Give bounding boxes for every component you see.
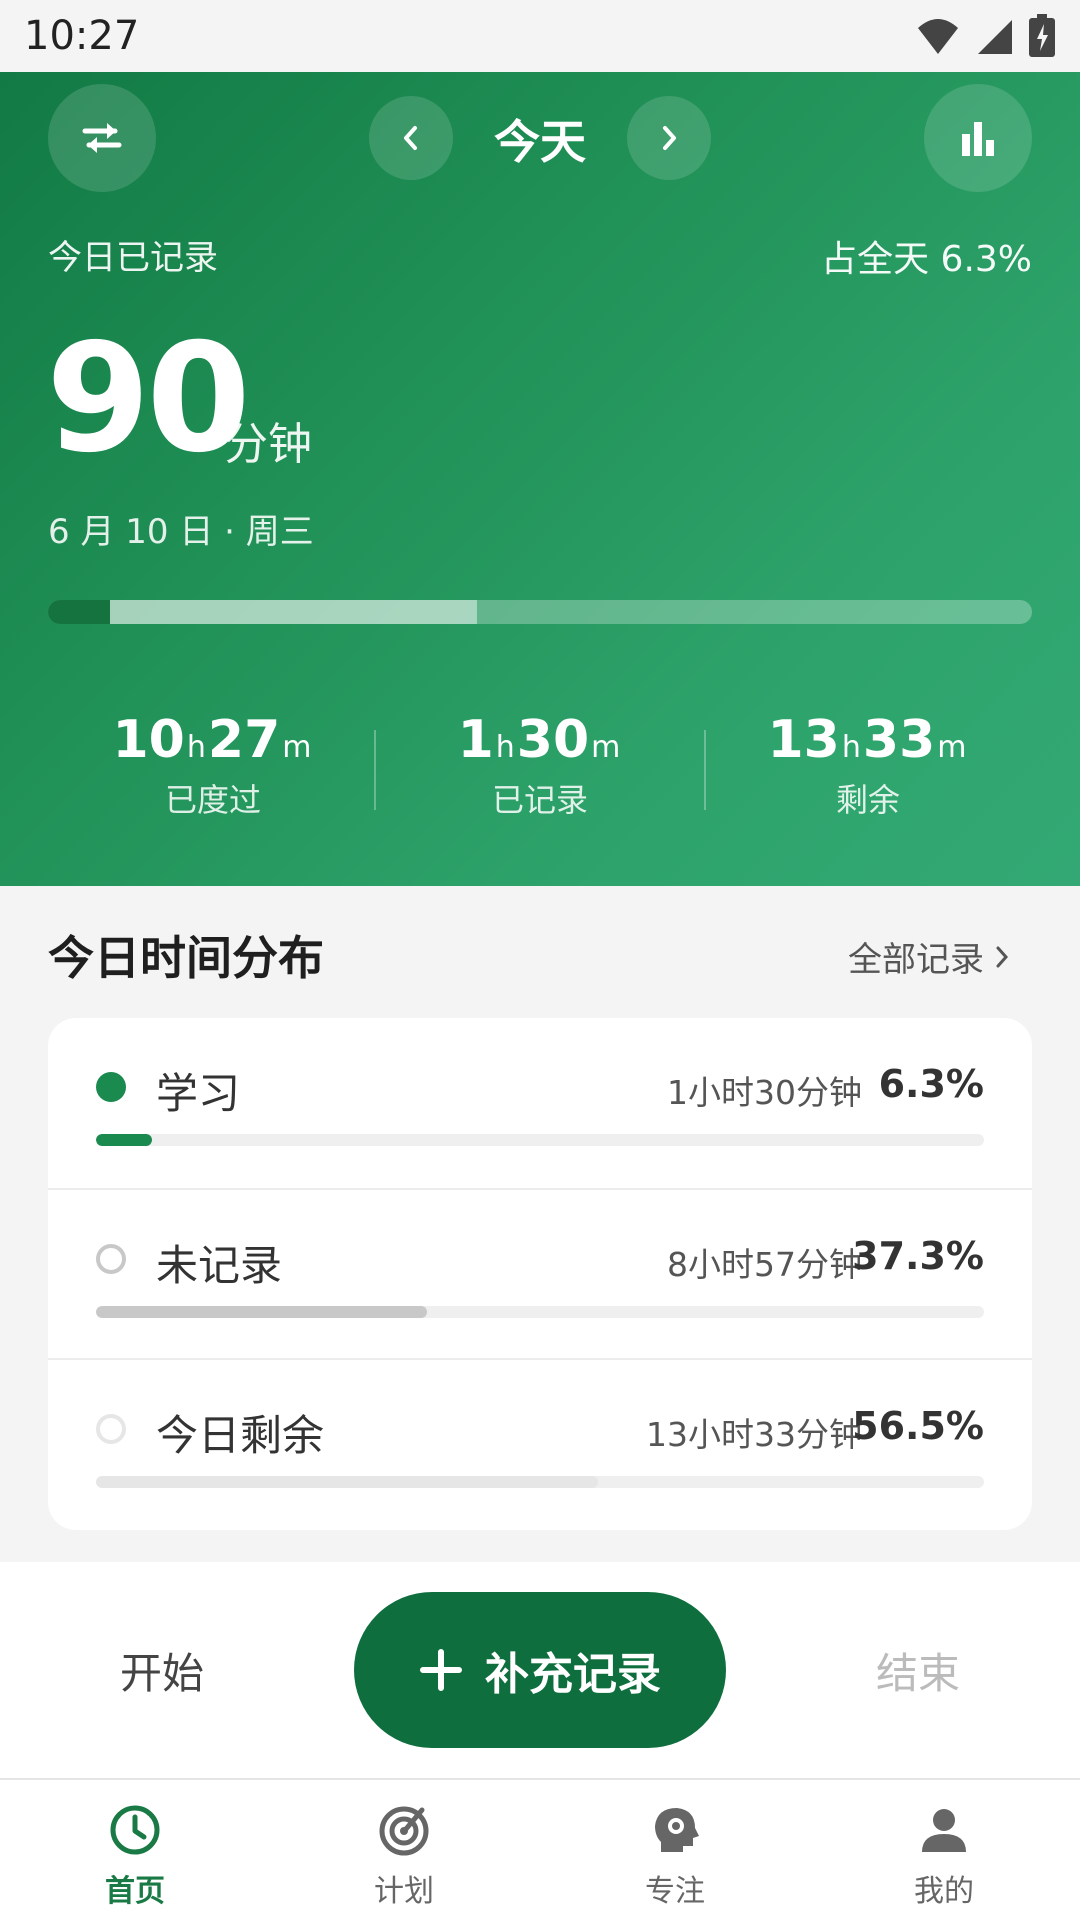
swap-icon	[82, 123, 122, 153]
head-focus-icon	[655, 1808, 699, 1852]
day-share-text: 占全天 6.3%	[821, 239, 1032, 280]
end-button[interactable]: 结束	[876, 1640, 960, 1701]
nav-item-plan[interactable]: 计划	[324, 1802, 484, 1910]
nav-label: 首页	[105, 1874, 165, 1909]
category-dot	[96, 1414, 126, 1444]
stats-row: 10h27m 已度过 1h30m 已记录 13h33m 剩余	[0, 711, 1080, 842]
status-bar: 10:27	[0, 0, 1080, 72]
nav-label: 计划	[374, 1874, 434, 1909]
chevron-right-icon	[996, 946, 1009, 967]
stat-recorded: 1h30m 已记录	[375, 711, 705, 821]
add-record-button[interactable]: 补充记录	[354, 1592, 726, 1748]
day-progress-bar	[48, 600, 1032, 624]
page-title: 今天	[494, 115, 586, 169]
nav-label: 专注	[645, 1874, 705, 1909]
swap-button[interactable]	[48, 84, 156, 192]
bar-chart-icon	[962, 122, 994, 156]
category-time: 1小时30分钟	[667, 1073, 862, 1112]
next-day-button[interactable]	[627, 96, 711, 180]
category-label: 今日剩余	[156, 1411, 325, 1460]
category-fill	[96, 1306, 428, 1318]
all-records-link[interactable]: 全部记录	[848, 932, 1010, 981]
section-title: 今日时间分布	[48, 931, 324, 985]
list-item[interactable]: 学习 1小时30分钟 6.3%	[48, 1018, 1032, 1188]
recorded-minutes: 90	[46, 312, 251, 486]
battery-icon	[1029, 14, 1055, 57]
category-time: 13小时33分钟	[646, 1415, 862, 1454]
stat-elapsed: 10h27m 已度过	[48, 711, 378, 821]
stat-label: 已度过	[164, 781, 261, 820]
nav-item-focus[interactable]: 专注	[595, 1802, 755, 1910]
chevron-left-icon	[404, 126, 417, 150]
stat-label: 已记录	[491, 781, 588, 820]
chevron-right-icon	[663, 126, 676, 150]
signal-icon	[978, 20, 1012, 54]
nav-label: 我的	[914, 1874, 974, 1909]
status-icons	[916, 14, 1056, 58]
clock-icon	[110, 1805, 160, 1855]
category-fill	[96, 1134, 152, 1146]
category-percent: 37.3%	[852, 1234, 984, 1278]
bottom-nav: 首页 计划 专注 我的	[0, 1778, 1080, 1920]
category-track	[96, 1306, 984, 1318]
category-track	[96, 1134, 984, 1146]
nav-item-home[interactable]: 首页	[55, 1802, 215, 1910]
category-dot	[96, 1072, 126, 1102]
category-dot	[96, 1244, 126, 1274]
list-item[interactable]: 未记录 8小时57分钟 37.3%	[48, 1188, 1032, 1358]
list-item[interactable]: 今日剩余 13小时33分钟 56.5%	[48, 1358, 1032, 1528]
category-fill	[96, 1476, 598, 1488]
stat-label: 剩余	[835, 781, 900, 820]
category-label: 学习	[156, 1069, 241, 1118]
add-record-label: 补充记录	[485, 1649, 661, 1700]
recorded-segment	[48, 600, 110, 624]
category-percent: 56.5%	[852, 1404, 984, 1448]
stat-remaining: 13h33m 剩余	[703, 711, 1033, 821]
nav-item-profile[interactable]: 我的	[864, 1802, 1024, 1910]
target-icon	[379, 1806, 429, 1856]
wifi-icon	[918, 19, 958, 54]
unrecorded-segment	[109, 600, 478, 624]
category-time: 8小时57分钟	[667, 1245, 862, 1284]
category-track	[96, 1476, 984, 1488]
plus-icon	[420, 1649, 462, 1691]
start-button[interactable]: 开始	[120, 1640, 204, 1701]
category-percent: 6.3%	[878, 1062, 984, 1106]
current-date: 6 月 10 日 · 周三	[48, 512, 314, 552]
minutes-unit: 分钟	[224, 419, 312, 470]
recorded-label: 今日已记录	[48, 238, 218, 278]
person-icon	[922, 1809, 966, 1852]
summary-hero: 今天 今日已记录 占全天 6.3% 90 分钟 6 月 10 日 · 周三 10…	[0, 72, 1080, 886]
all-records-label: 全部记录	[848, 940, 984, 980]
category-label: 未记录	[156, 1241, 283, 1290]
action-bar: 开始 补充记录 结束	[0, 1562, 1080, 1778]
status-time: 10:27	[24, 13, 140, 59]
stats-button[interactable]	[924, 84, 1032, 192]
distribution-card: 学习 1小时30分钟 6.3% 未记录 8小时57分钟 37.3% 今日剩余 1…	[48, 1018, 1032, 1530]
